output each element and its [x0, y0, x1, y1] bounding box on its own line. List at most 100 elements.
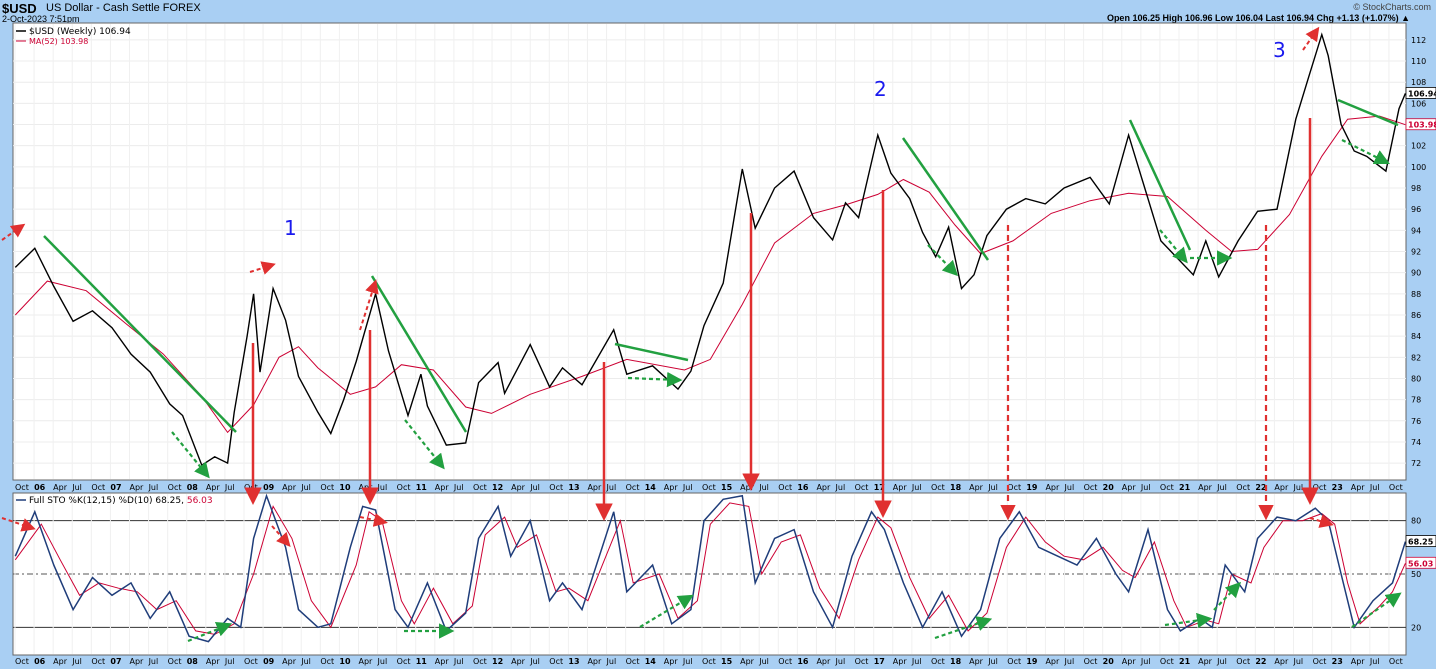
sto-tick-label: 50	[1411, 570, 1421, 579]
x-tick-label: Apr	[129, 657, 144, 666]
price-tick-label: 108	[1411, 78, 1426, 87]
price-tick-label: 102	[1411, 142, 1426, 151]
sto-tick-label: 80	[1411, 517, 1421, 526]
x-tick-label: Oct	[244, 657, 258, 666]
annotation-1: 1	[284, 216, 297, 240]
x-tick-label: Apr	[435, 657, 450, 666]
x-axis-upper: Oct 06 Apr Jul Oct 07 Apr Jul Oct 08 Apr Jul Oct 09 Ap…	[15, 483, 1403, 492]
price-tick-label: 78	[1411, 396, 1421, 405]
price-tick-label: 90	[1411, 269, 1421, 278]
x-tick-label: Apr	[435, 483, 450, 492]
price-tick-label: 110	[1411, 57, 1426, 66]
x-tick-label: Jul	[835, 657, 846, 666]
x-tick-label: Oct	[320, 483, 334, 492]
x-tick-label: 07	[110, 483, 121, 492]
x-tick-label: Oct	[473, 657, 487, 666]
x-tick-label: Apr	[664, 483, 679, 492]
x-tick-label: 19	[1026, 483, 1038, 492]
x-tick-label: 14	[645, 483, 657, 492]
price-tick-label: 86	[1411, 311, 1421, 320]
x-tick-label: 16	[797, 657, 809, 666]
x-tick-label: Oct	[1084, 657, 1098, 666]
x-tick-label: 21	[1179, 483, 1191, 492]
x-tick-label: Jul	[224, 657, 235, 666]
x-tick-label: 07	[110, 657, 121, 666]
x-tick-label: 18	[950, 483, 962, 492]
x-tick-label: Oct	[1007, 483, 1021, 492]
x-tick-label: Oct	[168, 483, 182, 492]
x-tick-label: Apr	[511, 657, 526, 666]
sto-legend: Full STO %K(12,15) %D(10) 68.25, 56.03	[16, 496, 213, 506]
sto-legend-label: Full STO %K(12,15) %D(10) 68.25, 56.03	[29, 496, 213, 506]
x-tick-label: Jul	[148, 483, 159, 492]
x-tick-label: Oct	[1160, 657, 1174, 666]
x-tick-label: Oct	[244, 483, 258, 492]
x-tick-label: Apr	[1351, 483, 1366, 492]
x-tick-label: Oct	[397, 483, 411, 492]
price-last-tag: 106.94	[1408, 89, 1436, 98]
price-tick-label: 82	[1411, 353, 1421, 362]
price-tick-label: 72	[1411, 459, 1421, 468]
x-tick-label: 13	[568, 657, 579, 666]
x-tick-label: Apr	[969, 483, 984, 492]
x-tick-label: 19	[1026, 657, 1038, 666]
x-tick-label: Apr	[53, 483, 68, 492]
x-tick-label: Oct	[702, 483, 716, 492]
x-tick-label: Oct	[1007, 657, 1021, 666]
x-tick-label: Oct	[549, 657, 563, 666]
x-tick-label: Oct	[1313, 657, 1327, 666]
x-tick-label: Apr	[1274, 483, 1289, 492]
x-tick-label: Apr	[664, 657, 679, 666]
x-tick-label: Oct	[15, 483, 29, 492]
x-tick-label: Apr	[282, 483, 297, 492]
x-tick-label: Apr	[740, 657, 755, 666]
x-tick-label: Jul	[1140, 657, 1151, 666]
x-tick-label: Jul	[987, 657, 998, 666]
x-tick-label: Jul	[224, 483, 235, 492]
x-tick-label: 20	[1103, 483, 1115, 492]
x-tick-label: Apr	[1045, 657, 1060, 666]
x-tick-label: Oct	[549, 483, 563, 492]
x-tick-label: Oct	[1236, 483, 1250, 492]
x-tick-label: Oct	[91, 657, 105, 666]
x-tick-label: 21	[1179, 657, 1191, 666]
x-tick-label: Apr	[1198, 483, 1213, 492]
x-tick-label: Jul	[529, 483, 540, 492]
x-tick-label: Jul	[529, 657, 540, 666]
x-tick-label: 08	[187, 483, 199, 492]
x-tick-label: Oct	[855, 657, 869, 666]
x-tick-label: Oct	[1084, 483, 1098, 492]
x-tick-label: Jul	[71, 483, 82, 492]
x-tick-label: Apr	[1198, 657, 1213, 666]
x-tick-label: Oct	[1236, 657, 1250, 666]
x-tick-label: 12	[492, 657, 503, 666]
price-tick-label: 106	[1411, 99, 1426, 108]
x-tick-label: 11	[416, 483, 428, 492]
x-tick-label: Oct	[1389, 657, 1403, 666]
x-tick-label: Oct	[778, 657, 792, 666]
x-tick-label: 10	[339, 657, 351, 666]
x-tick-label: 06	[34, 657, 46, 666]
x-tick-label: Oct	[626, 657, 640, 666]
x-tick-label: Jul	[1369, 483, 1380, 492]
x-tick-label: Oct	[91, 483, 105, 492]
x-tick-label: Jul	[1293, 483, 1304, 492]
x-tick-label: Apr	[206, 483, 221, 492]
x-tick-label: 20	[1103, 657, 1115, 666]
x-tick-label: 09	[263, 657, 275, 666]
x-tick-label: 11	[416, 657, 428, 666]
x-tick-label: Oct	[1313, 483, 1327, 492]
x-tick-label: Jul	[1293, 657, 1304, 666]
x-tick-label: Oct	[855, 483, 869, 492]
x-tick-label: Jul	[453, 657, 464, 666]
sto-d-tag: 56.03	[1408, 559, 1433, 568]
sto-y-axis: 20 50 80	[1411, 517, 1421, 633]
x-tick-label: Apr	[816, 657, 831, 666]
x-tick-label: Apr	[1122, 483, 1137, 492]
price-tick-label: 96	[1411, 205, 1421, 214]
annotation-2: 2	[874, 77, 887, 101]
x-tick-label: Oct	[778, 483, 792, 492]
x-tick-label: Apr	[1045, 483, 1060, 492]
x-tick-label: Jul	[1216, 657, 1227, 666]
x-tick-label: 12	[492, 483, 503, 492]
